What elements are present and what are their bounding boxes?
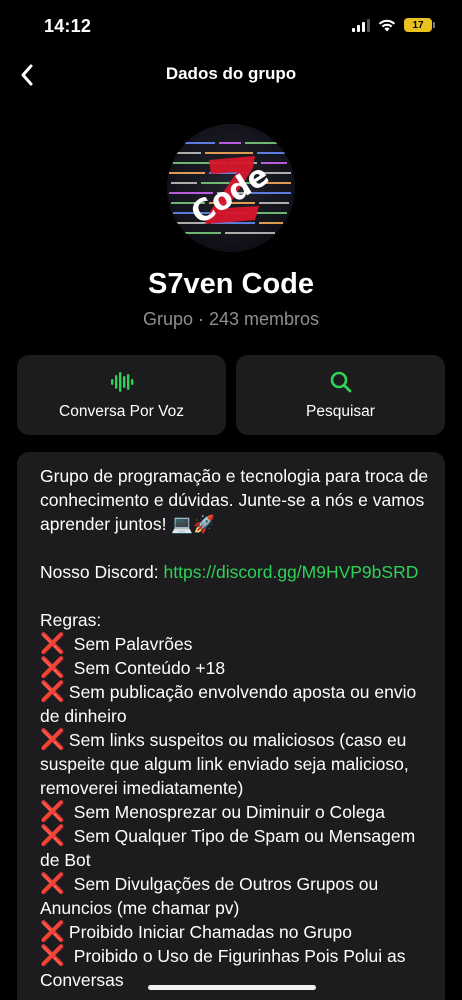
battery-icon: 17 bbox=[404, 18, 435, 32]
x-mark-icon: ❌ bbox=[40, 681, 65, 703]
search-icon bbox=[330, 371, 351, 393]
status-time: 14:12 bbox=[44, 16, 92, 36]
voice-chat-label: Conversa Por Voz bbox=[59, 403, 184, 420]
rule-item: ❌ Sem Palavrões bbox=[40, 632, 429, 656]
battery-level: 17 bbox=[412, 19, 424, 31]
rule-item: ❌ Sem Divulgações de Outros Grupos ou An… bbox=[40, 872, 429, 920]
discord-link[interactable]: https://discord.gg/M9HVP9bSRD bbox=[164, 562, 419, 582]
nav-bar: Dados do grupo bbox=[0, 52, 462, 96]
x-mark-icon: ❌ bbox=[40, 921, 65, 943]
cellular-signal-icon bbox=[352, 18, 370, 32]
rules-title: Regras: bbox=[40, 610, 102, 630]
rule-text: Sem Palavrões bbox=[68, 634, 193, 654]
rule-text: Sem Divulgações de Outros Grupos ou Anun… bbox=[40, 874, 379, 918]
rule-text: Proibido o Uso de Figurinhas Pois Polui … bbox=[40, 946, 406, 990]
rule-text: Proibido Iniciar Chamadas no Grupo bbox=[68, 922, 352, 942]
rule-text: Sem publicação envolvendo aposta ou envi… bbox=[40, 682, 417, 726]
x-mark-icon: ❌ bbox=[40, 945, 65, 967]
voice-waveform-icon bbox=[110, 372, 133, 392]
voice-chat-button[interactable]: Conversa Por Voz bbox=[17, 355, 226, 435]
rule-text: Sem links suspeitos ou maliciosos (caso … bbox=[40, 730, 409, 798]
group-name: S7ven Code bbox=[148, 268, 314, 300]
x-mark-icon: ❌ bbox=[40, 825, 65, 847]
search-button[interactable]: Pesquisar bbox=[236, 355, 445, 435]
status-bar: 14:12 17 bbox=[0, 0, 462, 52]
wifi-icon bbox=[378, 19, 396, 31]
discord-line: Nosso Discord: https://discord.gg/M9HVP9… bbox=[40, 560, 429, 584]
group-avatar[interactable]: Code bbox=[167, 124, 295, 252]
rule-item: ❌ Sem Conteúdo +18 bbox=[40, 656, 429, 680]
search-label: Pesquisar bbox=[306, 403, 375, 420]
x-mark-icon: ❌ bbox=[40, 633, 65, 655]
group-avatar-image: Code bbox=[167, 124, 295, 252]
rule-item: ❌ Sem Menosprezar ou Diminuir o Colega bbox=[40, 800, 429, 824]
status-icons: 17 bbox=[352, 18, 435, 32]
rule-item: ❌ Sem publicação envolvendo aposta ou env… bbox=[40, 680, 429, 728]
page-title: Dados do grupo bbox=[165, 64, 297, 83]
x-mark-icon: ❌ bbox=[40, 873, 65, 895]
group-description: Grupo de programação e tecnologia para t… bbox=[17, 452, 445, 1000]
description-intro: Grupo de programação e tecnologia para t… bbox=[40, 466, 429, 534]
x-mark-icon: ❌ bbox=[40, 657, 65, 679]
x-mark-icon: ❌ bbox=[40, 729, 65, 751]
rule-text: Sem Menosprezar ou Diminuir o Colega bbox=[68, 802, 386, 822]
rule-item: ❌ Sem Qualquer Tipo de Spam ou Mensagem … bbox=[40, 824, 429, 872]
home-indicator[interactable] bbox=[148, 985, 316, 990]
group-subtitle: Grupo · 243 membros bbox=[142, 309, 320, 329]
rule-item: ❌ Proibido Iniciar Chamadas no Grupo bbox=[40, 920, 429, 944]
discord-label: Nosso Discord: bbox=[40, 562, 164, 582]
rule-item: ❌ Sem links suspeitos ou maliciosos (caso… bbox=[40, 728, 429, 800]
rule-text: Sem Qualquer Tipo de Spam ou Mensagem de… bbox=[40, 826, 416, 870]
x-mark-icon: ❌ bbox=[40, 801, 65, 823]
rule-text: Sem Conteúdo +18 bbox=[68, 658, 226, 678]
